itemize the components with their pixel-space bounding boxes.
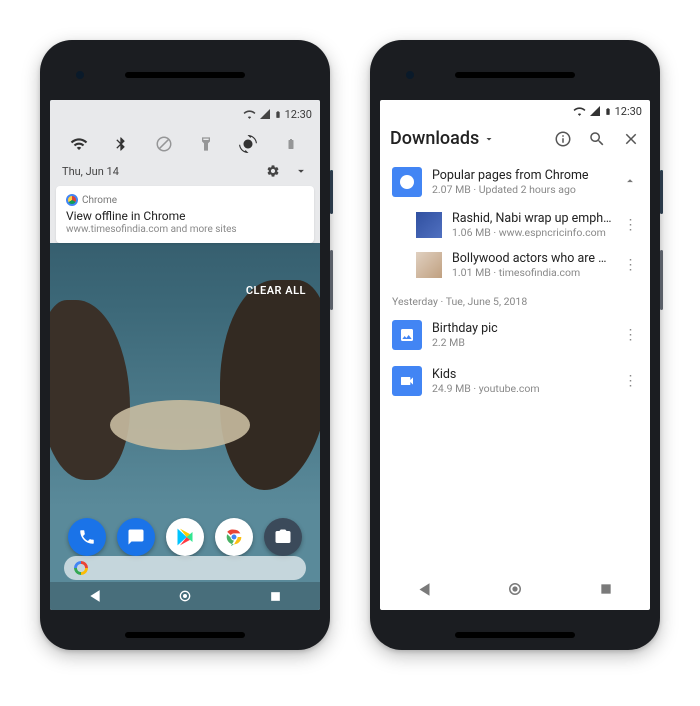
video-file-icon bbox=[392, 366, 422, 396]
more-icon[interactable]: ⋮ bbox=[622, 332, 638, 338]
nav-bar bbox=[50, 582, 320, 610]
bezel-top bbox=[50, 50, 320, 100]
status-bar: 12:30 bbox=[380, 100, 650, 120]
dnd-toggle-icon[interactable] bbox=[154, 134, 174, 154]
close-icon[interactable] bbox=[622, 130, 640, 148]
item-title: Rashid, Nabi wrap up emph... bbox=[452, 211, 612, 226]
article-thumbnail bbox=[416, 212, 442, 238]
bezel-bottom bbox=[380, 610, 650, 660]
camera-app-icon[interactable] bbox=[264, 518, 302, 556]
play-store-app-icon[interactable] bbox=[166, 518, 204, 556]
info-icon[interactable] bbox=[554, 130, 572, 148]
chrome-icon bbox=[392, 167, 422, 197]
volume-button[interactable] bbox=[330, 250, 333, 310]
more-icon[interactable]: ⋮ bbox=[622, 222, 638, 228]
phone-app-icon[interactable] bbox=[68, 518, 106, 556]
list-item[interactable]: Bollywood actors who are d... 1.01 MB · … bbox=[380, 245, 650, 285]
notification-shade[interactable]: 12:30 Thu, Jun 14 Chrome bbox=[50, 100, 320, 243]
screen-right: 12:30 Downloads Popular pages from Chrom… bbox=[380, 100, 650, 610]
item-title: Kids bbox=[432, 367, 612, 382]
page-title: Downloads bbox=[390, 128, 479, 149]
more-icon[interactable]: ⋮ bbox=[622, 378, 638, 384]
chevron-down-icon[interactable] bbox=[294, 164, 308, 178]
google-g-icon bbox=[74, 561, 88, 575]
rotate-toggle-icon[interactable] bbox=[238, 134, 258, 154]
status-time: 12:30 bbox=[615, 105, 642, 118]
power-button[interactable] bbox=[330, 170, 333, 214]
wifi-toggle-icon[interactable] bbox=[69, 134, 89, 154]
back-icon[interactable] bbox=[417, 582, 432, 597]
front-camera bbox=[406, 71, 414, 79]
downloads-title-dropdown[interactable]: Downloads bbox=[390, 128, 554, 149]
notification-title: View offline in Chrome bbox=[66, 209, 304, 223]
gear-icon[interactable] bbox=[266, 164, 280, 178]
earpiece-speaker bbox=[455, 72, 575, 78]
screen-left: 12:30 Thu, Jun 14 Chrome bbox=[50, 100, 320, 610]
item-title: Bollywood actors who are d... bbox=[452, 251, 612, 266]
recents-icon[interactable] bbox=[599, 582, 613, 596]
item-subtitle: 24.9 MB · youtube.com bbox=[432, 382, 612, 395]
section-date-label: Yesterday · Tue, June 5, 2018 bbox=[380, 285, 650, 312]
image-file-icon bbox=[392, 320, 422, 350]
search-icon[interactable] bbox=[588, 130, 606, 148]
downloads-group[interactable]: Popular pages from Chrome 2.07 MB · Upda… bbox=[380, 159, 650, 205]
back-icon[interactable] bbox=[88, 589, 102, 603]
notification-card[interactable]: Chrome View offline in Chrome www.timeso… bbox=[56, 186, 314, 243]
shade-date: Thu, Jun 14 bbox=[62, 165, 119, 178]
bezel-bottom bbox=[50, 610, 320, 660]
notification-subtitle: www.timesofindia.com and more sites bbox=[66, 224, 304, 235]
notification-app-label: Chrome bbox=[66, 194, 304, 206]
nav-bar bbox=[380, 568, 650, 610]
home-icon[interactable] bbox=[506, 580, 524, 598]
quick-settings-row bbox=[50, 124, 320, 160]
recents-icon[interactable] bbox=[269, 590, 282, 603]
clear-all-button[interactable]: CLEAR ALL bbox=[232, 268, 320, 303]
bluetooth-toggle-icon[interactable] bbox=[111, 134, 131, 154]
phone-frame-right: 12:30 Downloads Popular pages from Chrom… bbox=[370, 40, 660, 650]
dropdown-triangle-icon bbox=[483, 133, 495, 145]
item-subtitle: 1.01 MB · timesofindia.com bbox=[452, 266, 612, 279]
battery-icon bbox=[274, 108, 282, 121]
status-bar: 12:30 bbox=[50, 104, 320, 124]
phone-frame-left: 12:30 Thu, Jun 14 Chrome bbox=[40, 40, 330, 650]
power-button[interactable] bbox=[660, 170, 663, 214]
more-icon[interactable]: ⋮ bbox=[622, 262, 638, 268]
downloads-header: Downloads bbox=[380, 120, 650, 159]
list-item[interactable]: Kids 24.9 MB · youtube.com ⋮ bbox=[380, 358, 650, 404]
wifi-icon bbox=[243, 108, 256, 121]
dock bbox=[50, 518, 320, 556]
list-item[interactable]: Birthday pic 2.2 MB ⋮ bbox=[380, 312, 650, 358]
chrome-icon bbox=[66, 194, 78, 206]
bezel-top bbox=[380, 50, 650, 100]
article-thumbnail bbox=[416, 252, 442, 278]
signal-icon bbox=[589, 105, 601, 117]
messages-app-icon[interactable] bbox=[117, 518, 155, 556]
shade-date-row: Thu, Jun 14 bbox=[50, 160, 320, 186]
front-camera bbox=[76, 71, 84, 79]
volume-button[interactable] bbox=[660, 250, 663, 310]
signal-icon bbox=[259, 108, 271, 120]
wifi-icon bbox=[573, 105, 586, 118]
item-subtitle: 2.2 MB bbox=[432, 336, 612, 349]
list-item[interactable]: Rashid, Nabi wrap up emph... 1.06 MB · w… bbox=[380, 205, 650, 245]
group-subtitle: 2.07 MB · Updated 2 hours ago bbox=[432, 183, 612, 196]
battery-toggle-icon[interactable] bbox=[281, 134, 301, 154]
status-time: 12:30 bbox=[285, 108, 312, 121]
group-title: Popular pages from Chrome bbox=[432, 168, 612, 183]
item-title: Birthday pic bbox=[432, 321, 612, 336]
earpiece-speaker bbox=[125, 72, 245, 78]
flashlight-toggle-icon[interactable] bbox=[196, 134, 216, 154]
chevron-up-icon[interactable] bbox=[622, 173, 638, 192]
search-bar[interactable] bbox=[64, 556, 306, 580]
chrome-app-icon[interactable] bbox=[215, 518, 253, 556]
battery-icon bbox=[604, 105, 612, 118]
notification-app-name: Chrome bbox=[82, 195, 117, 206]
item-subtitle: 1.06 MB · www.espncricinfo.com bbox=[452, 226, 612, 239]
home-icon[interactable] bbox=[177, 588, 193, 604]
